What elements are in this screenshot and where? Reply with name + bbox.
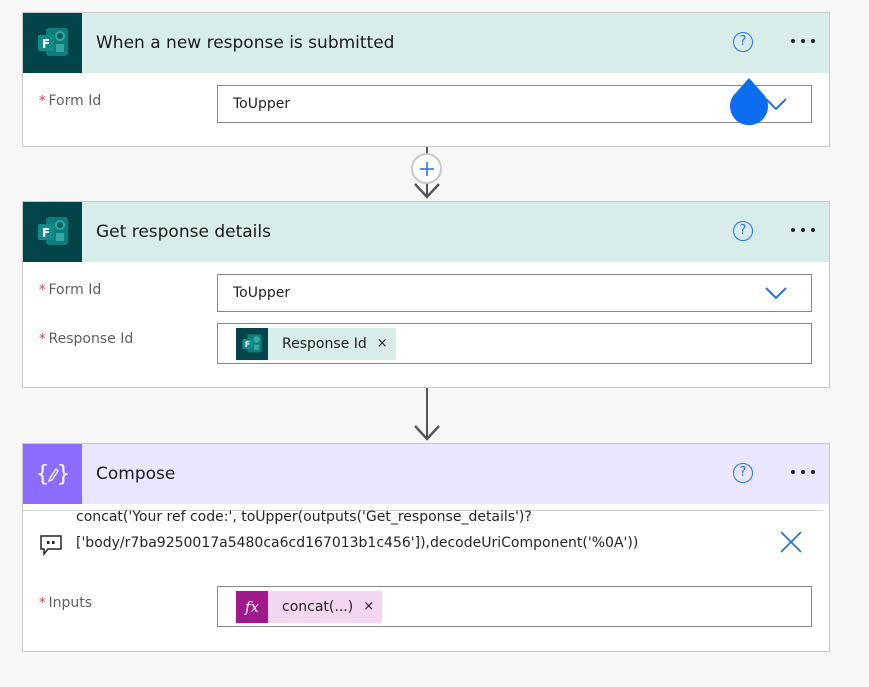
inputs-label: * Inputs	[39, 595, 93, 611]
svg-text:F: F	[41, 226, 49, 240]
fx-icon: fx	[236, 590, 268, 623]
svg-text:F: F	[41, 37, 49, 51]
more-options-icon[interactable]	[791, 39, 815, 43]
arrow-down-icon	[414, 183, 440, 199]
action-card-compose: { } Compose ? concat('Your ref code:', t…	[22, 443, 830, 652]
remove-token-icon[interactable]: ×	[363, 599, 374, 614]
card-header[interactable]: F Get response details ?	[23, 202, 829, 262]
svg-text:F: F	[245, 340, 250, 349]
form-id-dropdown[interactable]: ToUpper	[217, 85, 812, 123]
more-options-icon[interactable]	[791, 228, 815, 232]
form-id-dropdown[interactable]: ToUpper	[217, 274, 812, 312]
forms-icon: F	[23, 13, 82, 73]
inputs-field[interactable]: fx concat(...) ×	[217, 586, 812, 627]
card-title: When a new response is submitted	[96, 33, 395, 53]
form-id-label: * Form Id	[39, 282, 102, 298]
form-id-label: * Form Id	[39, 93, 102, 109]
response-id-input[interactable]: F Response Id ×	[217, 323, 812, 364]
plus-icon	[419, 161, 434, 176]
close-icon[interactable]	[779, 530, 803, 554]
touch-cursor-icon	[730, 78, 768, 126]
form-id-value: ToUpper	[233, 96, 291, 112]
response-id-label: * Response Id	[39, 331, 134, 347]
compose-icon: { }	[23, 444, 82, 504]
help-icon[interactable]: ?	[733, 463, 753, 483]
step-comment[interactable]: concat('Your ref code:', toUpper(outputs…	[76, 504, 756, 556]
trigger-card-new-response: F When a new response is submitted ? * Fo…	[22, 12, 830, 147]
help-icon[interactable]: ?	[733, 32, 753, 52]
expression-token[interactable]: fx concat(...) ×	[236, 590, 383, 623]
card-header[interactable]: F When a new response is submitted ?	[23, 13, 829, 73]
remove-token-icon[interactable]: ×	[377, 336, 388, 351]
insert-step-button[interactable]	[411, 153, 442, 184]
arrow-down-icon	[414, 425, 440, 441]
form-id-value: ToUpper	[233, 285, 291, 301]
forms-icon: F	[23, 202, 82, 262]
card-title: Get response details	[96, 222, 271, 242]
dynamic-content-token[interactable]: F Response Id ×	[236, 327, 396, 360]
chevron-down-icon[interactable]	[765, 286, 787, 300]
action-card-get-response-details: F Get response details ? * Form Id ToUppe…	[22, 201, 830, 388]
comment-icon	[40, 535, 62, 556]
help-icon[interactable]: ?	[733, 221, 753, 241]
card-header[interactable]: { } Compose ?	[23, 444, 829, 504]
more-options-icon[interactable]	[791, 470, 815, 474]
forms-icon: F	[236, 327, 268, 360]
card-title: Compose	[96, 464, 176, 484]
token-label: concat(...)	[282, 598, 354, 615]
token-label: Response Id	[282, 335, 367, 352]
